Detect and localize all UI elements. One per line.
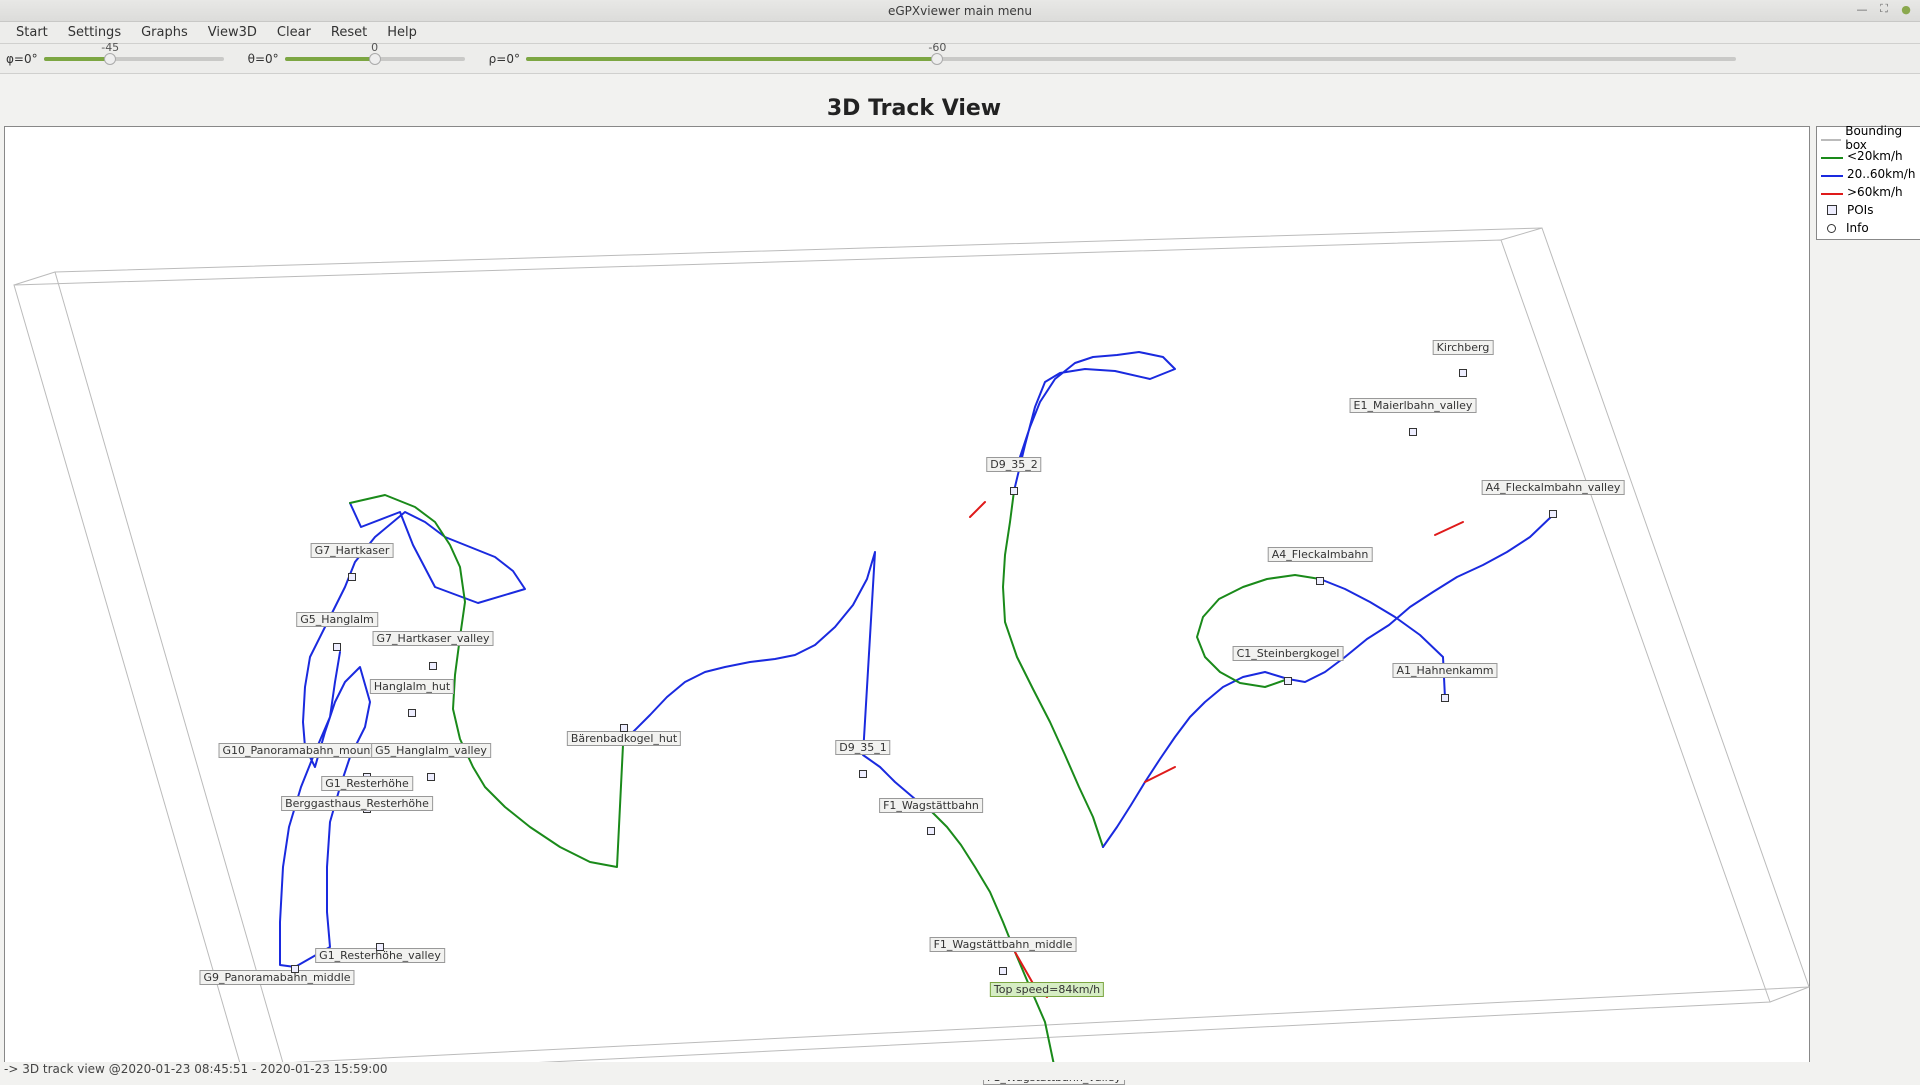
poi-f1-wagst[interactable]: F1_Wagstättbahn — [879, 798, 983, 813]
phi-label: φ=0° — [6, 52, 38, 66]
poi-marker-e1-maierlbahn — [1409, 428, 1417, 436]
rho-value: -60 — [928, 41, 946, 54]
legend: Bounding box<20km/h20..60km/h>60km/hPOIs… — [1816, 126, 1920, 240]
phi-slider[interactable]: -45 — [44, 57, 224, 61]
menubar: Start Settings Graphs View3D Clear Reset… — [0, 22, 1920, 44]
slider-row: φ=0° -45 θ=0° 0 ρ=0° -60 — [0, 44, 1920, 74]
poi-marker-g1-rester-val — [376, 943, 384, 951]
poi-marker-g7-hart-val — [429, 662, 437, 670]
poi-baerenbad[interactable]: Bärenbadkogel_hut — [567, 731, 681, 746]
phi-thumb[interactable] — [104, 53, 116, 65]
poi-marker-baerenbad — [620, 724, 628, 732]
poi-g5-hangl-val[interactable]: G5_Hanglalm_valley — [371, 743, 491, 758]
rho-label: ρ=0° — [489, 52, 520, 66]
poi-marker-kirchberg — [1459, 369, 1467, 377]
menu-clear[interactable]: Clear — [267, 23, 321, 42]
poi-marker-a4-flk — [1316, 577, 1324, 585]
window-title: eGPXviewer main menu — [888, 4, 1032, 18]
theta-label: θ=0° — [248, 52, 279, 66]
legend-row: POIs — [1821, 201, 1920, 219]
poi-marker-d9-35-1 — [859, 770, 867, 778]
poi-g10-pan[interactable]: G10_Panoramabahn_mountain — [219, 743, 396, 758]
poi-marker-f1-wagst-mid — [999, 967, 1007, 975]
menu-start[interactable]: Start — [6, 23, 58, 42]
poi-marker-a4-flk-valley — [1549, 510, 1557, 518]
phi-value: -45 — [101, 41, 119, 54]
plot-area[interactable]: Kirchberg E1_Maierlbahn_valley A4_Fleckalm… — [4, 126, 1810, 1066]
theta-slider[interactable]: 0 — [285, 57, 465, 61]
poi-a4-flk[interactable]: A4_Fleckalmbahn — [1268, 547, 1373, 562]
poi-d9-35-1[interactable]: D9_35_1 — [835, 740, 890, 755]
poi-g7-hart[interactable]: G7_Hartkaser — [311, 543, 394, 558]
poi-kirchberg[interactable]: Kirchberg — [1433, 340, 1494, 355]
menu-help[interactable]: Help — [377, 23, 427, 42]
poi-topspeed[interactable]: Top speed=84km/h — [990, 982, 1104, 997]
poi-c1-steinberg[interactable]: C1_Steinbergkogel — [1233, 646, 1344, 661]
rho-slider[interactable]: -60 — [526, 57, 1736, 61]
poi-g7-hart-val[interactable]: G7_Hartkaser_valley — [373, 631, 494, 646]
menu-graphs[interactable]: Graphs — [131, 23, 198, 42]
minimize-icon[interactable]: — — [1854, 2, 1870, 16]
theta-value: 0 — [371, 41, 378, 54]
legend-label: POIs — [1847, 203, 1873, 217]
track-svg — [5, 127, 1811, 1067]
poi-marker-d9-35-2 — [1010, 487, 1018, 495]
poi-marker-c1-steinberg — [1284, 677, 1292, 685]
legend-row: Info — [1821, 219, 1920, 237]
poi-marker-f1-wagst — [927, 827, 935, 835]
legend-label: Info — [1846, 221, 1869, 235]
legend-row: >60km/h — [1821, 183, 1920, 201]
menu-reset[interactable]: Reset — [321, 23, 377, 42]
legend-row: 20..60km/h — [1821, 165, 1920, 183]
legend-label: <20km/h — [1847, 149, 1903, 163]
poi-berggast[interactable]: Berggasthaus_Resterhöhe — [281, 796, 433, 811]
legend-label: Bounding box — [1845, 124, 1920, 152]
legend-label: 20..60km/h — [1847, 167, 1915, 181]
close-icon[interactable]: ● — [1898, 2, 1914, 16]
menu-view3d[interactable]: View3D — [198, 23, 267, 42]
poi-marker-g9-pan-mid — [291, 965, 299, 973]
poi-e1-maierlbahn[interactable]: E1_Maierlbahn_valley — [1350, 398, 1477, 413]
menu-settings[interactable]: Settings — [58, 23, 131, 42]
theta-thumb[interactable] — [369, 53, 381, 65]
poi-d9-35-2[interactable]: D9_35_2 — [986, 457, 1041, 472]
poi-f1-wagst-mid[interactable]: F1_Wagstättbahn_middle — [930, 937, 1077, 952]
legend-row: Bounding box — [1821, 129, 1920, 147]
poi-hanglalm-hut[interactable]: Hanglalm_hut — [370, 679, 454, 694]
legend-label: >60km/h — [1847, 185, 1903, 199]
rho-thumb[interactable] — [931, 53, 943, 65]
status-bar: -> 3D track view @2020-01-23 08:45:51 - … — [0, 1062, 1920, 1080]
poi-marker-g5-hanglalm — [333, 643, 341, 651]
poi-g1-rester[interactable]: G1_Resterhöhe — [321, 776, 413, 791]
poi-marker-hanglalm-hut — [408, 709, 416, 717]
titlebar: eGPXviewer main menu — ⛶ ● — [0, 0, 1920, 22]
poi-marker-g7-hart — [348, 573, 356, 581]
poi-a1-hahnenkamm[interactable]: A1_Hahnenkamm — [1392, 663, 1497, 678]
poi-a4-flk-valley[interactable]: A4_Fleckalmbahn_valley — [1482, 480, 1625, 495]
maximize-icon[interactable]: ⛶ — [1876, 2, 1892, 16]
poi-marker-a1-hahnenkamm — [1441, 694, 1449, 702]
poi-g5-hanglalm[interactable]: G5_Hanglalm — [296, 612, 378, 627]
poi-g9-pan-mid[interactable]: G9_Panoramabahn_middle — [199, 970, 354, 985]
poi-marker-g5-hangl-val — [427, 773, 435, 781]
canvas-title: 3D Track View — [4, 96, 1824, 121]
